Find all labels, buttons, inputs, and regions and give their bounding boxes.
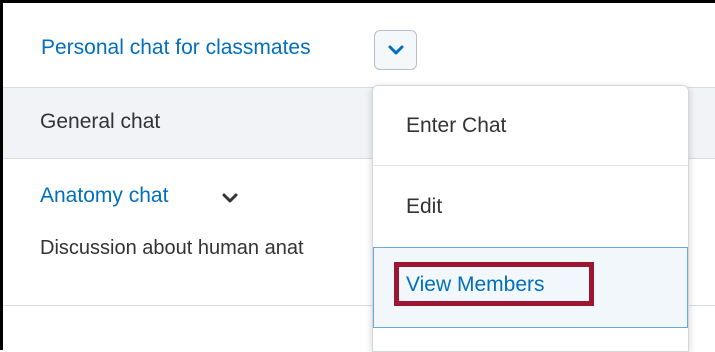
chat-header-row: Personal chat for classmates [3, 3, 715, 88]
menu-item-label: View Members [406, 273, 545, 296]
context-menu: Enter Chat Edit View Members [372, 85, 689, 352]
menu-item-enter-chat[interactable]: Enter Chat [373, 86, 688, 166]
menu-item-label: Edit [406, 195, 443, 218]
chevron-down-icon[interactable] [222, 192, 238, 204]
menu-item-label: Enter Chat [406, 114, 507, 137]
chevron-down-icon [388, 45, 404, 55]
menu-item-edit[interactable]: Edit [373, 166, 688, 246]
anatomy-chat-description: Discussion about human anat [40, 237, 304, 259]
general-chat-title[interactable]: General chat [40, 110, 160, 134]
anatomy-chat-link[interactable]: Anatomy chat [40, 184, 168, 208]
chat-title-link[interactable]: Personal chat for classmates [41, 36, 311, 60]
menu-item-view-members[interactable]: View Members [373, 247, 688, 328]
chat-actions-dropdown-button[interactable] [374, 30, 417, 70]
